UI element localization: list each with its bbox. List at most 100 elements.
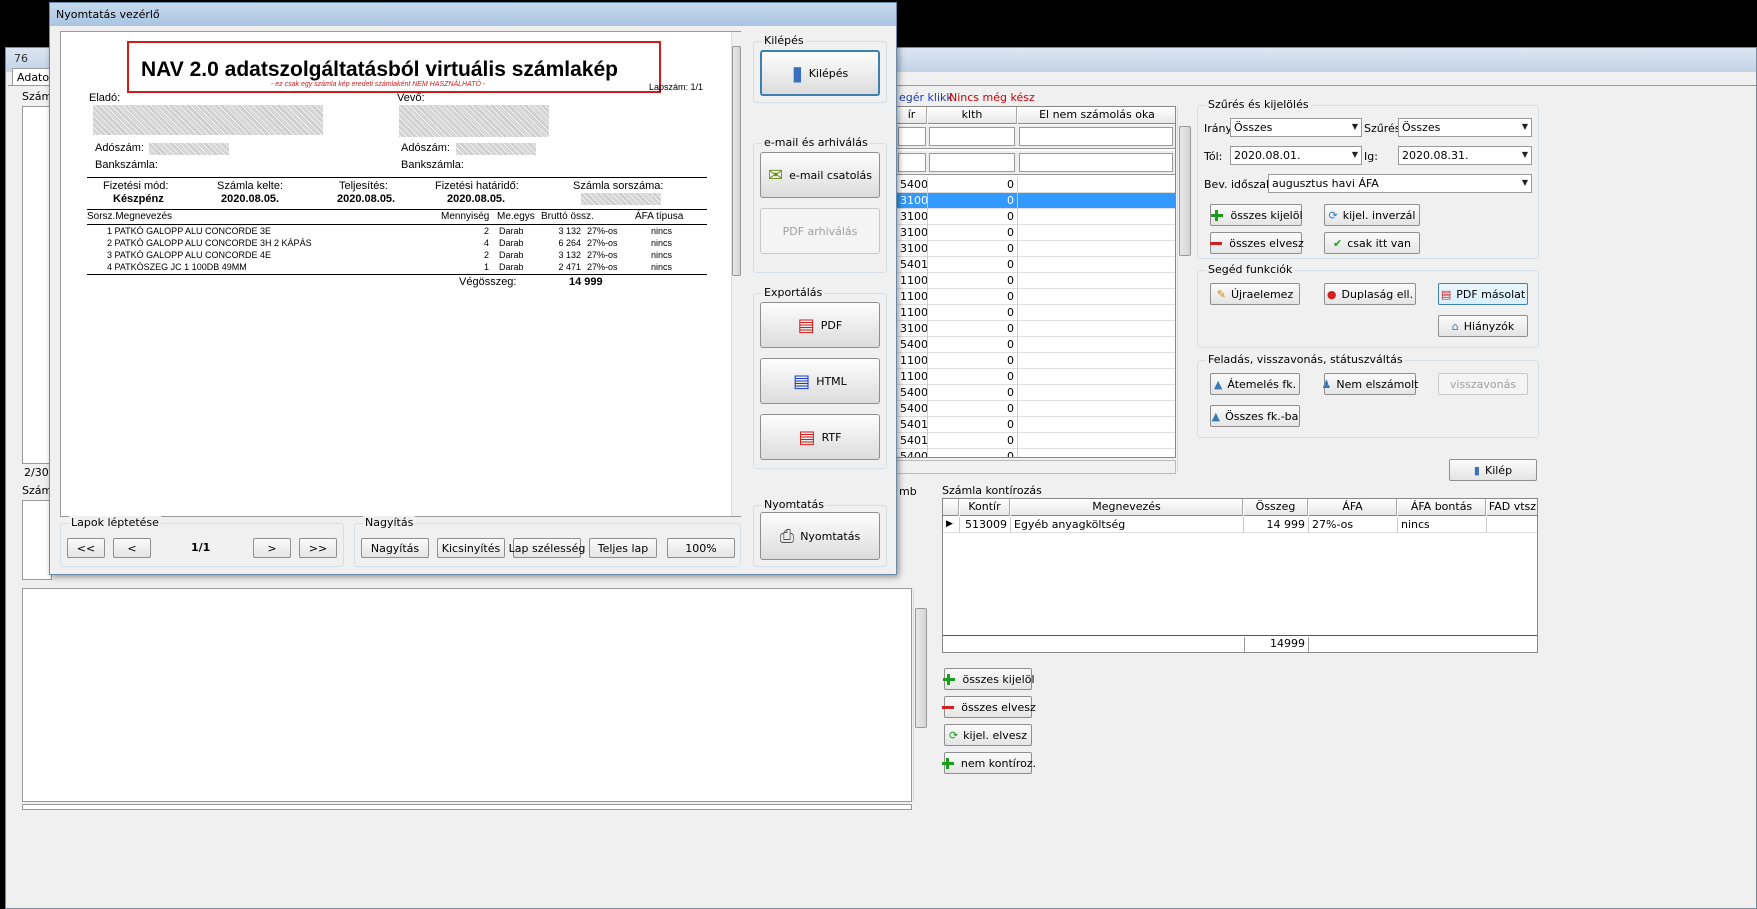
- pages-group: Lapok léptetése << < 1/1 > >>: [60, 516, 344, 567]
- table-row[interactable]: 110010: [897, 369, 1175, 385]
- kontir-header-col[interactable]: Megnevezés: [1011, 499, 1243, 516]
- invert-selection-button[interactable]: ⟳ kijel. inverzál: [1324, 204, 1420, 226]
- lower-list-scrollbar[interactable]: [913, 588, 927, 802]
- kontir-header-col[interactable]: Kontír: [960, 499, 1010, 516]
- first-page-button[interactable]: <<: [67, 538, 105, 558]
- email-attach-button[interactable]: ✉ e-mail csatolás: [760, 152, 880, 198]
- table-row[interactable]: 540050: [897, 401, 1175, 417]
- table-row[interactable]: 110010: [897, 305, 1175, 321]
- table-row[interactable]: 540040: [897, 385, 1175, 401]
- full-page-button[interactable]: Teljes lap: [589, 538, 657, 558]
- helper-group: Segéd funkciók ✎ Újraelemez ● Duplaság ell…: [1197, 263, 1539, 348]
- table-row[interactable]: 540130: [897, 257, 1175, 273]
- invoice-grid-scrollbar[interactable]: [1177, 106, 1191, 472]
- table-row[interactable]: 110010: [897, 289, 1175, 305]
- submit-group-title: Feladás, visszavonás, státuszváltás: [1206, 353, 1405, 366]
- filter-select[interactable]: Összes: [1398, 118, 1532, 137]
- grid-header-col[interactable]: klth: [928, 107, 1017, 124]
- page-width-button[interactable]: Lap szélesség: [509, 538, 585, 558]
- filter-input[interactable]: [898, 153, 926, 172]
- grid-cell: [1018, 433, 1175, 449]
- pdf-copy-button[interactable]: ▤ PDF másolat: [1438, 283, 1528, 305]
- col-header-gross: Bruttó össz.: [541, 211, 594, 222]
- table-row[interactable]: 540050: [897, 337, 1175, 353]
- table-row[interactable]: 110010: [897, 353, 1175, 369]
- only-here-button[interactable]: ✔ csak itt van: [1324, 232, 1420, 254]
- table-row[interactable]: 540160: [897, 417, 1175, 433]
- zoom-out-button[interactable]: Kicsinyítés: [437, 538, 505, 558]
- missing-button[interactable]: ⌂ Hiányzók: [1438, 315, 1528, 337]
- export-pdf-button[interactable]: ▤ PDF: [760, 302, 880, 348]
- buyer-tax-label: Adószám:: [401, 142, 450, 154]
- table-row[interactable]: 310000: [897, 225, 1175, 241]
- filter-input[interactable]: [898, 127, 926, 146]
- divider: [87, 177, 707, 178]
- table-row[interactable]: 540050: [897, 177, 1175, 193]
- preview-scrollbar[interactable]: [731, 32, 741, 516]
- pdf-archive-button[interactable]: PDF arhiválás: [760, 208, 880, 254]
- kontir-grid[interactable]: Kontír Megnevezés Összeg ÁFA ÁFA bontás …: [942, 498, 1538, 653]
- zoom-100-button[interactable]: 100%: [667, 538, 735, 558]
- invoice-grid-hscrollbar[interactable]: [896, 460, 1176, 474]
- last-page-button[interactable]: >>: [299, 538, 337, 558]
- reanalyze-button[interactable]: ✎ Újraelemez: [1210, 283, 1300, 305]
- filter-input[interactable]: [1019, 153, 1173, 172]
- table-row[interactable]: ▶ 513009 Egyéb anyagköltség 14 999 27%-o…: [943, 517, 1537, 533]
- table-row[interactable]: 110010: [897, 273, 1175, 289]
- table-row[interactable]: 310000: [897, 321, 1175, 337]
- grid-cell: [1018, 241, 1175, 257]
- grid-cell: 54005: [897, 177, 928, 193]
- period-select[interactable]: augusztus havi ÁFA: [1268, 174, 1532, 193]
- table-row[interactable]: 310000: [897, 209, 1175, 225]
- prev-page-button[interactable]: <: [113, 538, 151, 558]
- deselect-all-button[interactable]: összes elvesz: [1210, 232, 1304, 254]
- invoice-grid[interactable]: ír klth El nem számolás oka 540050310000…: [896, 106, 1176, 458]
- from-date-picker[interactable]: 2020.08.01.: [1230, 146, 1362, 165]
- seller-tax-label: Adószám:: [95, 142, 144, 154]
- direction-select[interactable]: Összes: [1230, 118, 1362, 137]
- no-kontir-button[interactable]: nem kontíroz.: [941, 752, 1036, 774]
- table-row[interactable]: 540130: [897, 433, 1175, 449]
- item-vattype: nincs: [651, 226, 673, 236]
- zoom-in-button[interactable]: Nagyítás: [361, 538, 429, 558]
- issue-date-value: 2020.08.05.: [221, 193, 280, 205]
- export-html-button[interactable]: ▤ HTML: [760, 358, 880, 404]
- filter-input[interactable]: [929, 153, 1015, 172]
- kontir-select-all-button[interactable]: összes kijelöl: [943, 668, 1035, 690]
- revoke-button[interactable]: visszavonás: [1438, 373, 1528, 395]
- perform-date-label: Teljesítés:: [339, 180, 388, 192]
- duplicate-check-button[interactable]: ● Duplaság ell.: [1324, 283, 1416, 305]
- not-settled-button[interactable]: ♟ Nem elszámolt: [1322, 373, 1418, 395]
- exit-button[interactable]: ▮ Kilép: [1449, 459, 1537, 481]
- dialog-exit-button[interactable]: ▮ Kilépés: [760, 50, 880, 96]
- item-name: 2 PATKÓ GALOPP ALU CONCORDE 3H 2 KÁPÁS: [107, 238, 312, 248]
- period-label: Bev. időszak:: [1204, 178, 1277, 191]
- select-all-button[interactable]: összes kijelöl: [1210, 204, 1303, 226]
- filter-input[interactable]: [929, 127, 1015, 146]
- print-button[interactable]: ⎙ Nyomtatás: [760, 512, 880, 560]
- all-fk-label: Összes fk.-ba: [1225, 409, 1299, 423]
- grid-cell: [1018, 337, 1175, 353]
- print-group-title: Nyomtatás: [762, 498, 827, 511]
- kontir-header-col[interactable]: ÁFA bontás: [1398, 499, 1486, 516]
- grid-cell: 0: [928, 273, 1018, 289]
- grid-cell: 11001: [897, 273, 928, 289]
- grid-rows: 5400503100003100003100003100005401301100…: [897, 177, 1175, 457]
- transfer-button[interactable]: ▲ Átemelés fk.: [1210, 373, 1300, 395]
- filter-input[interactable]: [1019, 127, 1173, 146]
- table-row[interactable]: 540080: [897, 449, 1175, 457]
- deselect-all-label: összes elvesz: [1229, 236, 1304, 250]
- to-date-picker[interactable]: 2020.08.31.: [1398, 146, 1532, 165]
- table-row[interactable]: 310000: [897, 193, 1175, 209]
- table-row[interactable]: 310000: [897, 241, 1175, 257]
- grid-header-col[interactable]: El nem számolás oka: [1018, 107, 1175, 124]
- kontir-deselect-button[interactable]: ⟳ kijel. elvesz: [944, 724, 1032, 746]
- all-fk-button[interactable]: ▲ Összes fk.-ba: [1210, 405, 1300, 427]
- grid-header-col[interactable]: ír: [897, 107, 927, 124]
- kontir-header-col[interactable]: Összeg: [1244, 499, 1308, 516]
- next-page-button[interactable]: >: [253, 538, 291, 558]
- kontir-header-col[interactable]: ÁFA: [1309, 499, 1397, 516]
- export-rtf-button[interactable]: ▤ RTF: [760, 414, 880, 460]
- kontir-deselect-all-button[interactable]: összes elvesz: [942, 696, 1036, 718]
- kontir-header-col[interactable]: FAD vtsz: [1487, 499, 1537, 516]
